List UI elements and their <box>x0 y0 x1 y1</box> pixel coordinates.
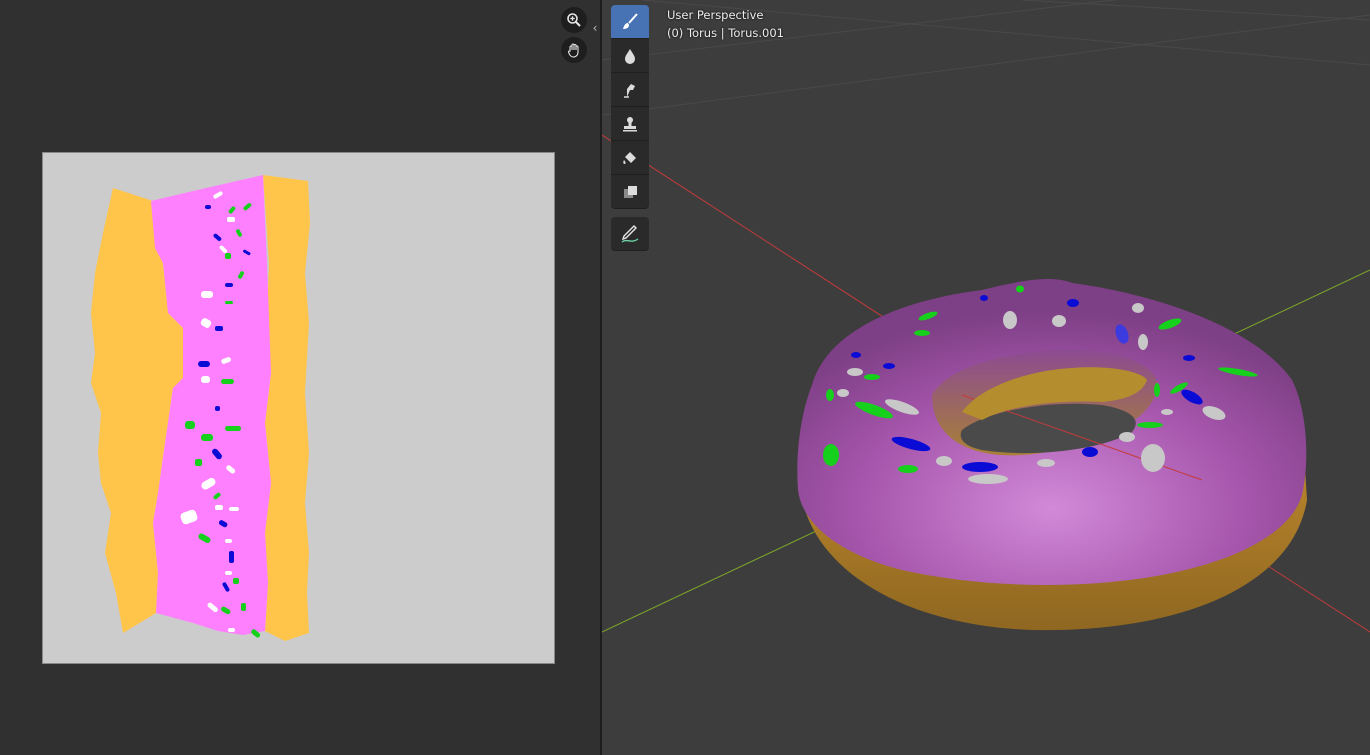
uv-dough-right <box>263 175 310 641</box>
tool-fill[interactable] <box>611 141 649 175</box>
pan-hand-icon <box>567 43 579 58</box>
paint-toolbar <box>611 5 649 251</box>
uv-texture <box>91 175 310 641</box>
tool-draw[interactable] <box>611 5 649 39</box>
viewport-scene <box>602 0 1370 633</box>
smear-icon <box>624 83 635 98</box>
perspective-label: User Perspective <box>667 8 764 22</box>
texture-canvas[interactable] <box>42 152 555 664</box>
tool-smear[interactable] <box>611 73 649 107</box>
pan-button[interactable] <box>561 37 587 63</box>
3d-viewport[interactable]: User Perspective (0) Torus | Torus.001 <box>602 0 1370 755</box>
tool-soften[interactable] <box>611 39 649 73</box>
tool-annotate[interactable] <box>611 217 649 251</box>
fill-icon <box>623 151 636 164</box>
collapse-arrow[interactable]: ‹ <box>590 20 600 36</box>
object-label: (0) Torus | Torus.001 <box>667 26 784 40</box>
image-editor[interactable]: ‹ <box>0 0 600 755</box>
viewport-info: User Perspective (0) Torus | Torus.001 <box>667 6 784 42</box>
tool-clone[interactable] <box>611 107 649 141</box>
zoom-icon <box>567 13 581 27</box>
draw-brush-icon <box>623 12 638 29</box>
soften-icon <box>625 48 635 64</box>
annotate-icon <box>621 224 639 243</box>
clone-icon <box>623 116 637 131</box>
mask-icon <box>624 185 637 198</box>
tool-mask[interactable] <box>611 175 649 209</box>
zoom-button[interactable] <box>561 7 587 33</box>
